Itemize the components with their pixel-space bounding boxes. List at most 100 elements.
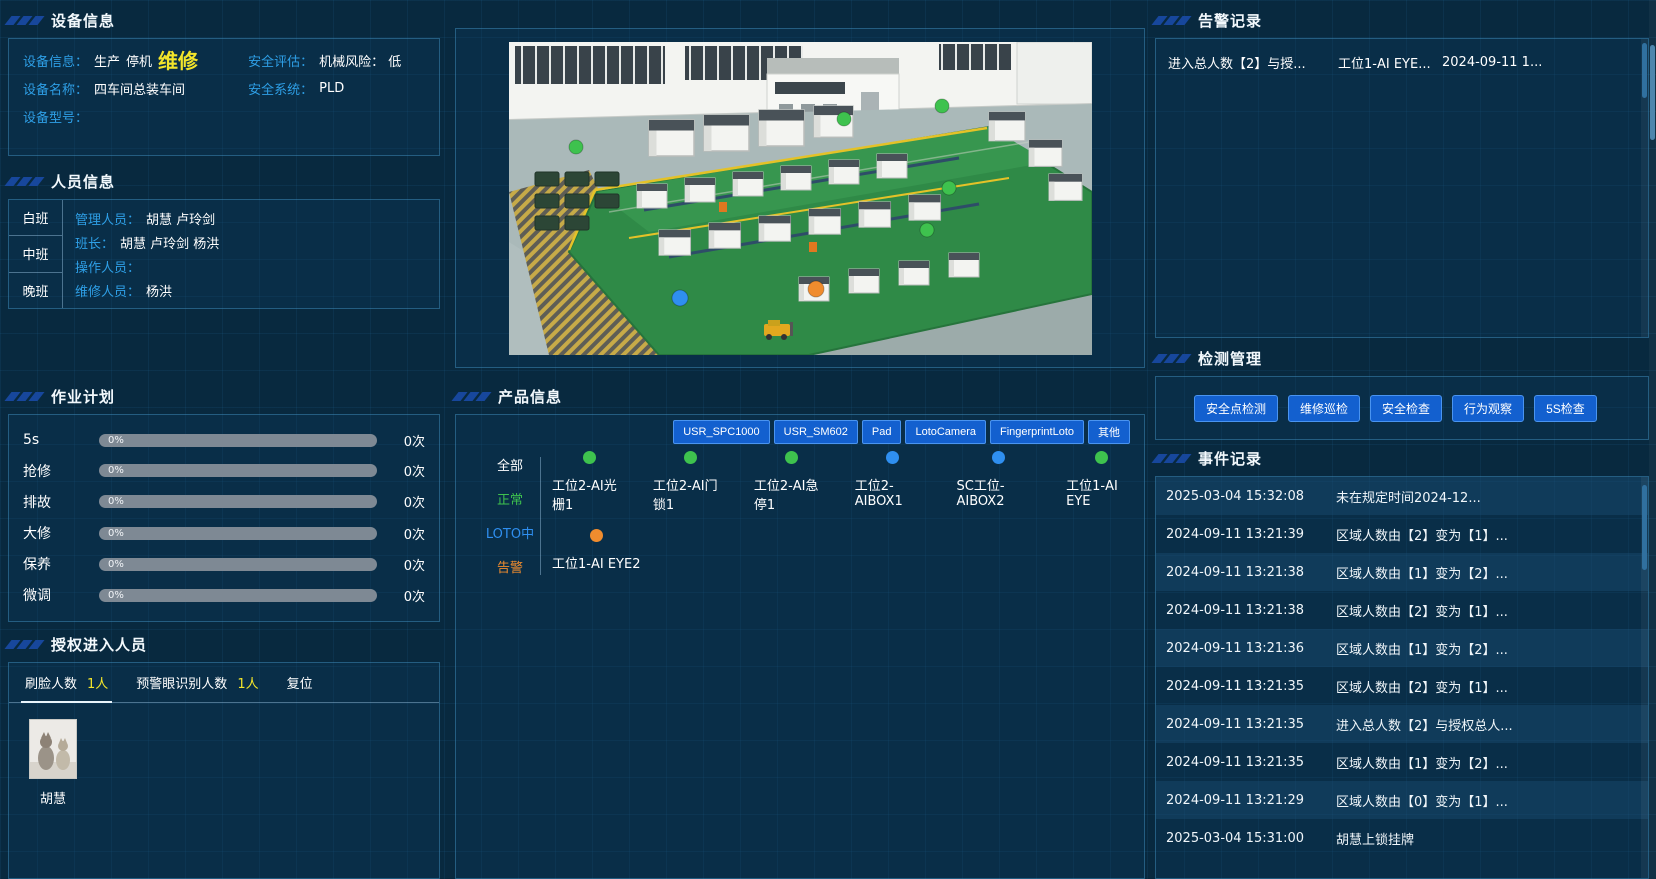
plan-label: 微调: [23, 585, 89, 605]
shift-tab-day[interactable]: 白班: [9, 200, 62, 236]
button-lotocamera[interactable]: LotoCamera: [905, 420, 986, 444]
device-name: 工位2-AI光栅1: [552, 475, 627, 513]
event-time: 2025-03-04 15:31:00: [1166, 831, 1336, 846]
factory-3d-view[interactable]: [509, 42, 1092, 355]
person-card[interactable]: 胡慧: [25, 719, 81, 807]
event-row[interactable]: 2024-09-11 13:21:35 区域人数由【1】变为【2】...: [1156, 743, 1648, 781]
event-row[interactable]: 2025-03-04 15:31:00 胡慧上锁挂牌: [1156, 819, 1648, 857]
shift-tab-middle[interactable]: 中班: [9, 236, 62, 272]
eye-count-value: 1人: [237, 673, 258, 692]
work-plan-header: 作业计划: [8, 384, 440, 408]
progress-bar: 0%: [99, 464, 377, 477]
device-state-stopped: 停机: [126, 51, 152, 70]
personnel-row-operator: 操作人员：: [75, 257, 427, 276]
event-row[interactable]: 2024-09-11 13:21:36 区域人数由【1】变为【2】...: [1156, 629, 1648, 667]
alarms-scrollbar[interactable]: [1641, 39, 1648, 337]
plan-label: 排故: [23, 492, 89, 512]
event-row[interactable]: 2024-09-11 13:21:35 区域人数由【2】变为【1】...: [1156, 667, 1648, 705]
product-info-box: USR_SPC1000 USR_SM602 Pad LotoCamera Fin…: [455, 414, 1145, 879]
event-time: 2024-09-11 13:21:29: [1166, 793, 1336, 808]
device-item[interactable]: 工位2-AI门锁1: [653, 451, 728, 513]
product-info-title: 产品信息: [498, 386, 562, 407]
device-state-row: 设备信息： 生产 停机 维修: [23, 51, 248, 70]
tab-face-count[interactable]: 刷脸人数 1人: [25, 663, 108, 702]
right-column: 告警记录 进入总人数【2】与授... 工位1-AI EYE... 2024-09…: [1155, 0, 1649, 879]
event-row[interactable]: 2024-09-11 13:21:38 区域人数由【2】变为【1】...: [1156, 591, 1648, 629]
progress-bar: 0%: [99, 527, 377, 540]
device-item[interactable]: 工位2-AI光栅1: [552, 451, 627, 513]
tab-eye-count[interactable]: 预警眼识别人数 1人: [136, 663, 258, 702]
event-row[interactable]: 2024-09-11 13:21:29 区域人数由【0】变为【1】...: [1156, 781, 1648, 819]
button-safety-inspection[interactable]: 安全检查: [1370, 395, 1442, 422]
shift-tab-night[interactable]: 晚班: [9, 273, 62, 308]
person-photo[interactable]: [29, 719, 77, 779]
reset-button[interactable]: 复位: [287, 673, 313, 692]
device-item[interactable]: 工位1-AI EYE: [1066, 451, 1136, 513]
filter-all[interactable]: 全部: [484, 455, 536, 474]
event-message: 未在规定时间2024-12...: [1336, 487, 1648, 506]
leader-label: 班长：: [75, 233, 114, 252]
plan-row-rush-repair: 抢修 0% 0次: [23, 461, 425, 481]
device-name: SC工位-AIBOX2: [956, 475, 1040, 509]
panel-product-info: 产品信息 USR_SPC1000 USR_SM602 Pad LotoCamer…: [455, 368, 1145, 879]
device-status-dot: [992, 451, 1005, 464]
progress-percent: 0%: [108, 559, 124, 570]
device-name-value: 四车间总装车间: [94, 79, 185, 98]
filter-normal[interactable]: 正常: [484, 489, 536, 508]
progress-percent: 0%: [108, 435, 124, 446]
maintainer-label: 维修人员：: [75, 281, 140, 300]
work-plan-title: 作业计划: [51, 386, 115, 407]
leader-value: 胡慧 卢玲剑 杨洪: [120, 233, 219, 252]
triple-arrow-icon: [8, 177, 41, 186]
button-safety-spot-check[interactable]: 安全点检测: [1194, 395, 1278, 422]
device-name: 工位2-AI急停1: [754, 475, 829, 513]
maintainer-value: 杨洪: [146, 281, 172, 300]
button-other[interactable]: 其他: [1088, 420, 1130, 444]
factory-panel: [455, 28, 1145, 368]
device-item[interactable]: 工位2-AIBOX1: [855, 451, 931, 513]
face-count-label: 刷脸人数: [25, 673, 77, 692]
safety-system-row: 安全系统： PLD: [248, 79, 425, 98]
authorized-header: 授权进入人员: [8, 632, 440, 656]
product-type-buttons: USR_SPC1000 USR_SM602 Pad LotoCamera Fin…: [673, 420, 1130, 444]
device-item[interactable]: SC工位-AIBOX2: [956, 451, 1040, 513]
event-row[interactable]: 2024-09-11 13:21:39 区域人数由【2】变为【1】...: [1156, 515, 1648, 553]
device-item[interactable]: 工位1-AI EYE2: [552, 529, 640, 572]
event-time: 2024-09-11 13:21:35: [1166, 755, 1336, 770]
filter-loto[interactable]: LOTO中: [484, 523, 536, 542]
progress-bar: 0%: [99, 495, 377, 508]
authorized-box: 刷脸人数 1人 预警眼识别人数 1人 复位: [8, 662, 440, 879]
button-5s-check[interactable]: 5S检查: [1534, 395, 1597, 422]
progress-bar: 0%: [99, 434, 377, 447]
button-maintenance-patrol[interactable]: 维修巡检: [1288, 395, 1360, 422]
events-scrollbar[interactable]: [1641, 477, 1648, 878]
authorized-tabs: 刷脸人数 1人 预警眼识别人数 1人 复位: [9, 663, 439, 703]
event-row[interactable]: 2024-09-11 13:21:35 进入总人数【2】与授权总人...: [1156, 705, 1648, 743]
device-row-2: 工位1-AI EYE2: [552, 529, 1136, 572]
detection-header: 检测管理: [1155, 346, 1649, 370]
alarm-time: 2024-09-11 1...: [1442, 55, 1636, 70]
event-time: 2024-09-11 13:21:36: [1166, 641, 1336, 656]
button-usr-spc1000[interactable]: USR_SPC1000: [673, 420, 769, 444]
work-plan-box: 5s 0% 0次 抢修 0% 0次 排故 0% 0次 大修 0% 0次: [8, 414, 440, 622]
status-filters: 全部 正常 LOTO中 告警: [484, 455, 536, 576]
product-info-header: 产品信息: [455, 384, 1145, 408]
button-fingerprintloto[interactable]: FingerprintLoto: [990, 420, 1084, 444]
button-pad[interactable]: Pad: [862, 420, 902, 444]
dashboard: 设备信息 设备信息： 生产 停机 维修 安全评估： 机械风险： 低 设备名称： …: [0, 0, 1656, 879]
button-usr-sm602[interactable]: USR_SM602: [774, 420, 858, 444]
page-scrollbar[interactable]: [1649, 0, 1656, 879]
filter-alarm[interactable]: 告警: [484, 557, 536, 576]
event-row[interactable]: 2024-09-11 13:21:38 区域人数由【1】变为【2】...: [1156, 553, 1648, 591]
personnel-row-maintainer: 维修人员： 杨洪: [75, 281, 427, 300]
plan-label: 大修: [23, 523, 89, 543]
alarm-row[interactable]: 进入总人数【2】与授... 工位1-AI EYE... 2024-09-11 1…: [1156, 47, 1648, 77]
button-behavior-observation[interactable]: 行为观察: [1452, 395, 1524, 422]
progress-bar: 0%: [99, 589, 377, 602]
device-item[interactable]: 工位2-AI急停1: [754, 451, 829, 513]
event-row[interactable]: 2025-03-04 15:32:08 未在规定时间2024-12...: [1156, 477, 1648, 515]
device-name-row: 设备名称： 四车间总装车间: [23, 79, 248, 98]
device-status-dot: [684, 451, 697, 464]
triple-arrow-icon: [8, 16, 41, 25]
alarms-header: 告警记录: [1155, 8, 1649, 32]
